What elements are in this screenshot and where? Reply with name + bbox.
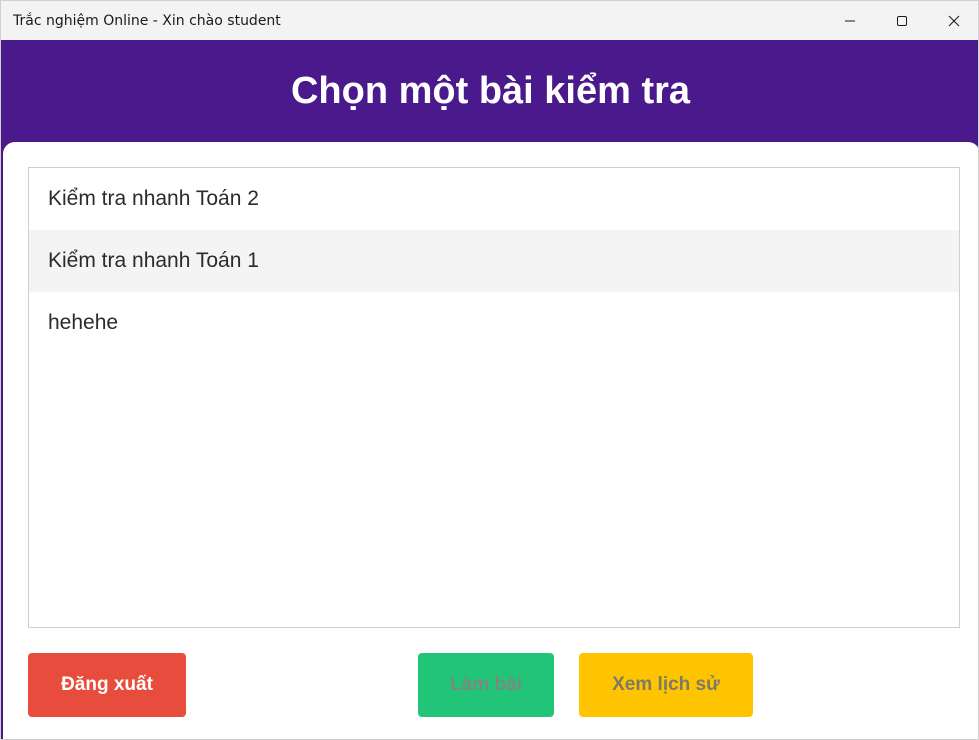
window-title: Trắc nghiệm Online - Xin chào student xyxy=(13,12,281,29)
app-window: Trắc nghiệm Online - Xin chào student Ch… xyxy=(0,0,979,740)
close-button[interactable] xyxy=(928,1,978,40)
window-controls xyxy=(824,1,978,40)
view-history-button[interactable]: Xem lịch sử xyxy=(579,653,753,717)
minimize-icon xyxy=(845,20,855,21)
maximize-icon xyxy=(897,15,907,26)
quiz-list-item[interactable]: Kiểm tra nhanh Toán 1 xyxy=(29,230,959,292)
page-header: Chọn một bài kiểm tra xyxy=(1,40,978,144)
close-icon xyxy=(948,15,960,26)
minimize-button[interactable] xyxy=(824,1,876,40)
quiz-list[interactable]: Kiểm tra nhanh Toán 2 Kiểm tra nhanh Toá… xyxy=(28,167,960,628)
content-panel: Kiểm tra nhanh Toán 2 Kiểm tra nhanh Toá… xyxy=(3,142,978,739)
quiz-list-item[interactable]: Kiểm tra nhanh Toán 2 xyxy=(29,168,959,230)
logout-button[interactable]: Đăng xuất xyxy=(28,653,186,717)
page-title: Chọn một bài kiểm tra xyxy=(290,69,691,112)
title-bar[interactable]: Trắc nghiệm Online - Xin chào student xyxy=(1,1,978,40)
take-quiz-button[interactable]: Làm bài xyxy=(418,653,554,717)
maximize-button[interactable] xyxy=(876,1,928,40)
quiz-list-item[interactable]: hehehe xyxy=(29,292,959,354)
